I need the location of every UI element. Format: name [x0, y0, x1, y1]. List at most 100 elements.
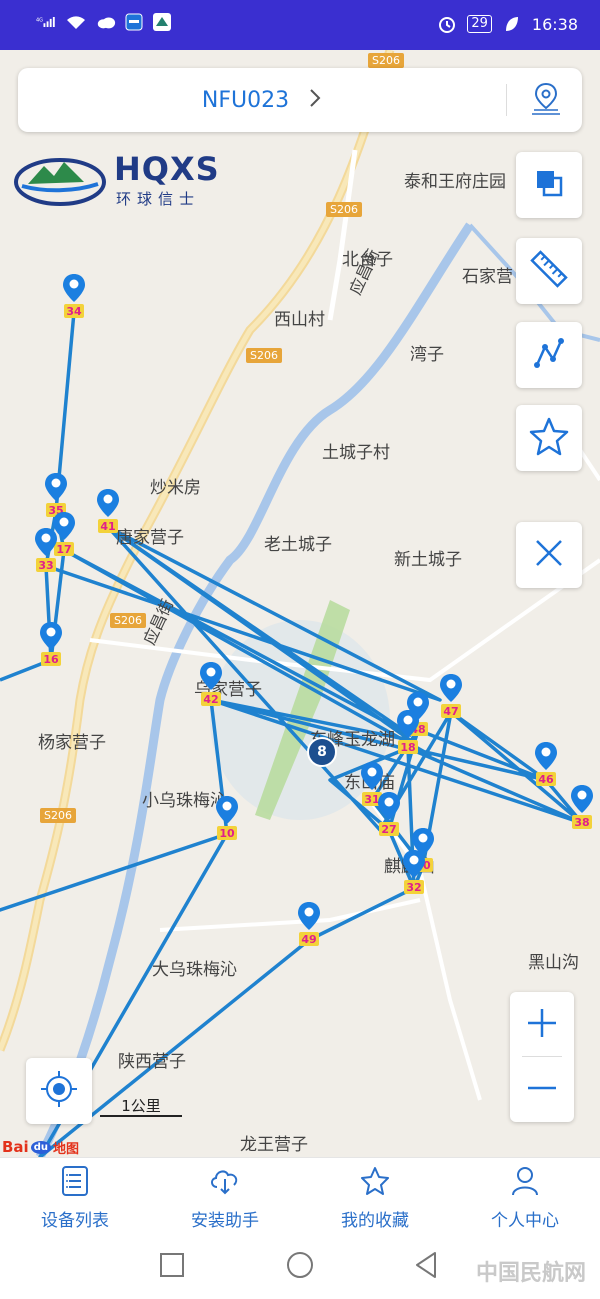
marker-label: 18 — [400, 741, 416, 754]
star-icon — [528, 415, 570, 461]
nav-device-list[interactable]: 设备列表 — [0, 1158, 150, 1235]
track-marker[interactable]: 27 — [376, 790, 402, 850]
wifi-icon — [64, 12, 88, 32]
device-selector-bar[interactable]: NFU023 — [18, 68, 582, 132]
home-button[interactable] — [282, 1249, 318, 1285]
star-outline-icon — [358, 1164, 392, 1198]
triangle-back-icon — [413, 1251, 439, 1283]
track-marker[interactable]: 10 — [214, 794, 240, 854]
app-badge-icon — [124, 12, 144, 32]
square-icon — [159, 1252, 185, 1282]
layers-button[interactable] — [516, 152, 582, 218]
cloud-icon — [208, 1164, 242, 1198]
marker-cluster[interactable]: 8 — [307, 737, 337, 767]
scale-bar — [100, 1115, 182, 1117]
app-badge2-icon — [152, 12, 172, 32]
nav-profile[interactable]: 个人中心 — [450, 1158, 600, 1235]
baidu-du: du — [30, 1140, 51, 1154]
road-tag: S206 — [326, 202, 362, 217]
zoom-out-button[interactable] — [510, 1057, 574, 1122]
status-bar: 4G 29 16:38 — [0, 0, 600, 50]
divider — [506, 84, 507, 116]
zoom-in-button[interactable] — [510, 992, 574, 1057]
marker-label: 32 — [406, 881, 422, 894]
track-marker[interactable]: 32 — [401, 848, 427, 908]
map-place-label: 炒米房 — [150, 478, 201, 498]
crosshair-icon — [39, 1069, 79, 1113]
recents-button[interactable] — [154, 1249, 190, 1285]
minus-icon — [526, 1072, 558, 1108]
app-root: 4G 29 16:38 泰和王府庄园 北台子 石家营 西山村 湾子 土城子村 炒… — [0, 0, 600, 1299]
bottom-navigation: 设备列表 安装助手 我的收藏 个人中心 — [0, 1157, 600, 1235]
track-marker[interactable]: 16 — [38, 620, 64, 680]
map-view[interactable]: 泰和王府庄园 北台子 石家营 西山村 湾子 土城子村 炒米房 唐家营子 老土城子 新土城子 乌家营子… — [0, 50, 600, 1157]
marker-label: 38 — [574, 816, 590, 829]
list-icon — [58, 1164, 92, 1198]
svg-text:4G: 4G — [36, 17, 43, 23]
track-marker[interactable]: 38 — [569, 783, 595, 843]
back-button[interactable] — [408, 1249, 444, 1285]
watermark: 中国民航网 — [475, 1261, 586, 1286]
road-tag: S206 — [40, 808, 76, 823]
map-place-label: 老土城子 — [264, 535, 332, 555]
baidu-suffix: 地图 — [52, 1141, 79, 1157]
road-tag: S206 — [368, 53, 404, 68]
map-place-label: 新土城子 — [394, 550, 462, 570]
nav-label: 安装助手 — [191, 1211, 259, 1231]
track-marker[interactable]: 18 — [395, 708, 421, 768]
map-place-label: 龙王营子 — [240, 1135, 308, 1155]
device-location-button[interactable] — [518, 78, 574, 122]
device-name[interactable]: NFU023 — [18, 87, 506, 115]
track-marker[interactable]: 42 — [198, 660, 224, 720]
map-pin-icon — [397, 710, 419, 754]
track-marker[interactable]: 47 — [438, 672, 464, 732]
track-marker[interactable]: 41 — [95, 487, 121, 547]
map-pin-icon — [298, 902, 320, 946]
map-pin-icon — [40, 622, 62, 666]
cloud-status-icon — [96, 12, 116, 32]
map-place-label: 大乌珠梅沁 — [152, 960, 237, 980]
track-marker[interactable]: 46 — [533, 740, 559, 800]
map-pin-icon — [378, 792, 400, 836]
map-canvas — [0, 50, 600, 1157]
close-tool-button[interactable] — [516, 522, 582, 588]
track-marker[interactable]: 33 — [33, 526, 59, 586]
nav-favorites[interactable]: 我的收藏 — [300, 1158, 450, 1235]
route-button[interactable] — [516, 322, 582, 388]
map-pin-icon — [97, 489, 119, 533]
map-pin-icon — [571, 785, 593, 829]
map-place-label: 泰和王府庄园 — [404, 172, 506, 192]
map-pin-icon — [403, 850, 425, 894]
favorite-area-button[interactable] — [516, 405, 582, 471]
marker-label: 41 — [100, 520, 116, 533]
map-pin-icon — [528, 80, 564, 120]
marker-label: 34 — [66, 305, 82, 318]
nav-label: 个人中心 — [491, 1211, 559, 1231]
logo-mark-icon — [14, 152, 106, 210]
marker-label: 10 — [219, 827, 235, 840]
ruler-button[interactable] — [516, 238, 582, 304]
road-tag: S206 — [246, 348, 282, 363]
track-marker[interactable]: 49 — [296, 900, 322, 960]
close-icon — [532, 536, 566, 574]
marker-label: 47 — [443, 705, 459, 718]
plus-icon — [526, 1007, 558, 1043]
clock-time: 16:38 — [531, 14, 578, 34]
map-place-label: 土城子村 — [322, 443, 390, 463]
marker-label: 33 — [38, 559, 54, 572]
marker-label: 16 — [43, 653, 59, 666]
alarm-icon — [437, 14, 457, 34]
layers-icon — [531, 165, 567, 205]
map-place-label: 杨家营子 — [38, 733, 106, 753]
brand-logo: HQXS 环球信士 — [14, 148, 224, 210]
map-pin-icon — [63, 274, 85, 318]
circle-icon — [285, 1250, 315, 1284]
track-marker[interactable]: 34 — [61, 272, 87, 332]
battery-indicator: 29 — [467, 15, 492, 33]
map-pin-icon — [535, 742, 557, 786]
map-place-label: 黑山沟 — [528, 953, 579, 973]
map-pin-icon — [35, 528, 57, 572]
my-location-button[interactable] — [26, 1058, 92, 1124]
nav-install-helper[interactable]: 安装助手 — [150, 1158, 300, 1235]
map-scale: 1公里 — [100, 1095, 182, 1117]
